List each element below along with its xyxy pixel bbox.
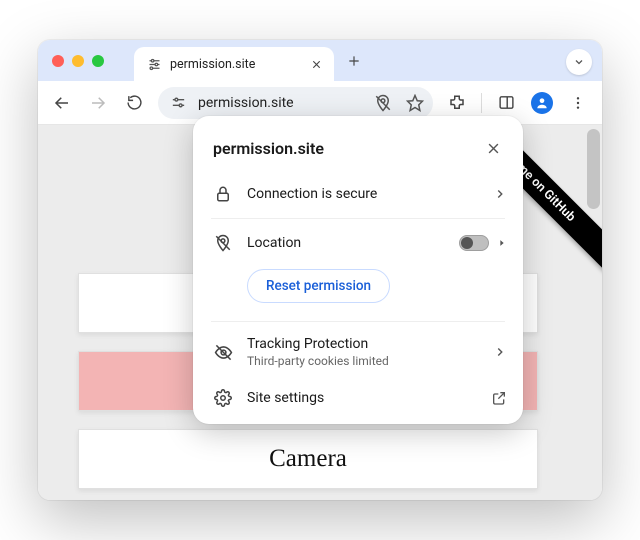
side-panel-button[interactable] bbox=[490, 87, 522, 119]
close-popover-button[interactable] bbox=[479, 134, 507, 162]
back-button[interactable] bbox=[46, 87, 78, 119]
profile-button[interactable] bbox=[526, 87, 558, 119]
external-link-icon bbox=[491, 390, 507, 406]
chevron-right-icon bbox=[493, 345, 507, 359]
site-info-popover: permission.site Connection is secure Loc… bbox=[193, 116, 523, 424]
maximize-window-button[interactable] bbox=[92, 55, 104, 67]
chevron-right-icon bbox=[493, 187, 507, 201]
location-permission-row: Location bbox=[193, 223, 523, 263]
location-off-icon bbox=[213, 233, 233, 253]
forward-button[interactable] bbox=[82, 87, 114, 119]
gear-icon bbox=[213, 388, 233, 408]
expand-arrow-icon[interactable] bbox=[497, 238, 507, 248]
browser-window: permission.site bbox=[38, 40, 602, 500]
site-info-button[interactable] bbox=[166, 91, 190, 115]
new-tab-button[interactable] bbox=[340, 47, 368, 75]
window-controls bbox=[48, 55, 104, 67]
connection-label: Connection is secure bbox=[247, 186, 479, 202]
kebab-menu-button[interactable] bbox=[562, 87, 594, 119]
popover-site-name: permission.site bbox=[213, 139, 479, 158]
site-settings-row[interactable]: Site settings bbox=[193, 378, 523, 418]
bookmark-button[interactable] bbox=[403, 91, 427, 115]
tracking-label: Tracking Protection bbox=[247, 336, 479, 352]
site-settings-label: Site settings bbox=[247, 390, 477, 406]
camera-button[interactable]: Camera bbox=[78, 429, 538, 489]
vertical-scrollbar[interactable] bbox=[587, 129, 600, 209]
tab-strip: permission.site bbox=[38, 40, 602, 81]
close-window-button[interactable] bbox=[52, 55, 64, 67]
connection-row[interactable]: Connection is secure bbox=[193, 174, 523, 214]
location-blocked-icon[interactable] bbox=[371, 91, 395, 115]
lock-icon bbox=[213, 184, 233, 204]
tune-icon bbox=[146, 56, 162, 72]
reload-button[interactable] bbox=[118, 87, 150, 119]
location-label: Location bbox=[247, 235, 445, 251]
browser-tab[interactable]: permission.site bbox=[134, 47, 334, 81]
reset-permission-button[interactable]: Reset permission bbox=[247, 269, 390, 303]
tab-title: permission.site bbox=[170, 57, 308, 72]
tracking-sublabel: Third-party cookies limited bbox=[247, 354, 479, 368]
minimize-window-button[interactable] bbox=[72, 55, 84, 67]
location-toggle[interactable] bbox=[459, 235, 489, 251]
url-text: permission.site bbox=[198, 95, 363, 111]
eye-off-icon bbox=[213, 342, 233, 362]
address-bar[interactable]: permission.site bbox=[158, 87, 433, 119]
tracking-protection-row[interactable]: Tracking Protection Third-party cookies … bbox=[193, 326, 523, 378]
divider bbox=[211, 218, 505, 219]
close-tab-button[interactable] bbox=[308, 56, 324, 72]
extensions-button[interactable] bbox=[441, 87, 473, 119]
toolbar-separator bbox=[481, 93, 482, 113]
divider bbox=[211, 321, 505, 322]
tab-search-button[interactable] bbox=[566, 49, 592, 75]
